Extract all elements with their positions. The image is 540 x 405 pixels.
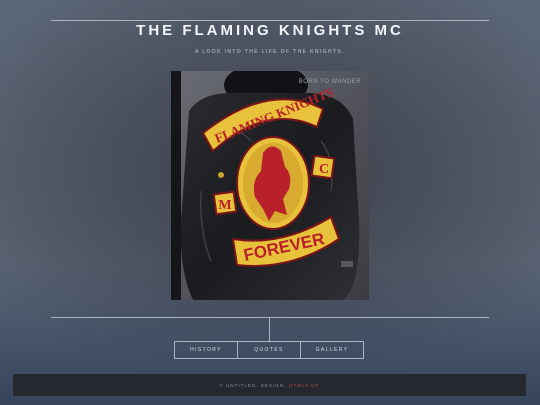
nav-quotes[interactable]: QUOTES (237, 342, 300, 358)
biker-vest-illustration: FLAMING KNIGHTS M C FOREVER (171, 71, 369, 300)
main-nav: HISTORY QUOTES GALLERY (174, 341, 364, 359)
footer: © UNTITLED. DESIGN: HTML5 UP (13, 374, 526, 396)
hero-image: FLAMING KNIGHTS M C FOREVER BORN TO WAND… (171, 71, 369, 300)
page-subtitle: A LOOK INTO THE LIFE OF THE KNIGHTS. (195, 49, 345, 55)
page-title: THE FLAMING KNIGHTS MC (136, 22, 404, 39)
top-divider (51, 20, 489, 21)
nav-connector (269, 317, 270, 342)
footer-credit-link[interactable]: HTML5 UP (289, 383, 319, 388)
patch-left-text: M (218, 198, 231, 213)
footer-copyright: © UNTITLED. DESIGN: (219, 382, 287, 388)
nav-history[interactable]: HISTORY (175, 342, 237, 358)
patch-right-text: C (319, 162, 329, 177)
bottom-divider (51, 317, 489, 318)
nav-gallery[interactable]: GALLERY (300, 342, 363, 358)
photo-caption: BORN TO WANDER (298, 79, 361, 85)
